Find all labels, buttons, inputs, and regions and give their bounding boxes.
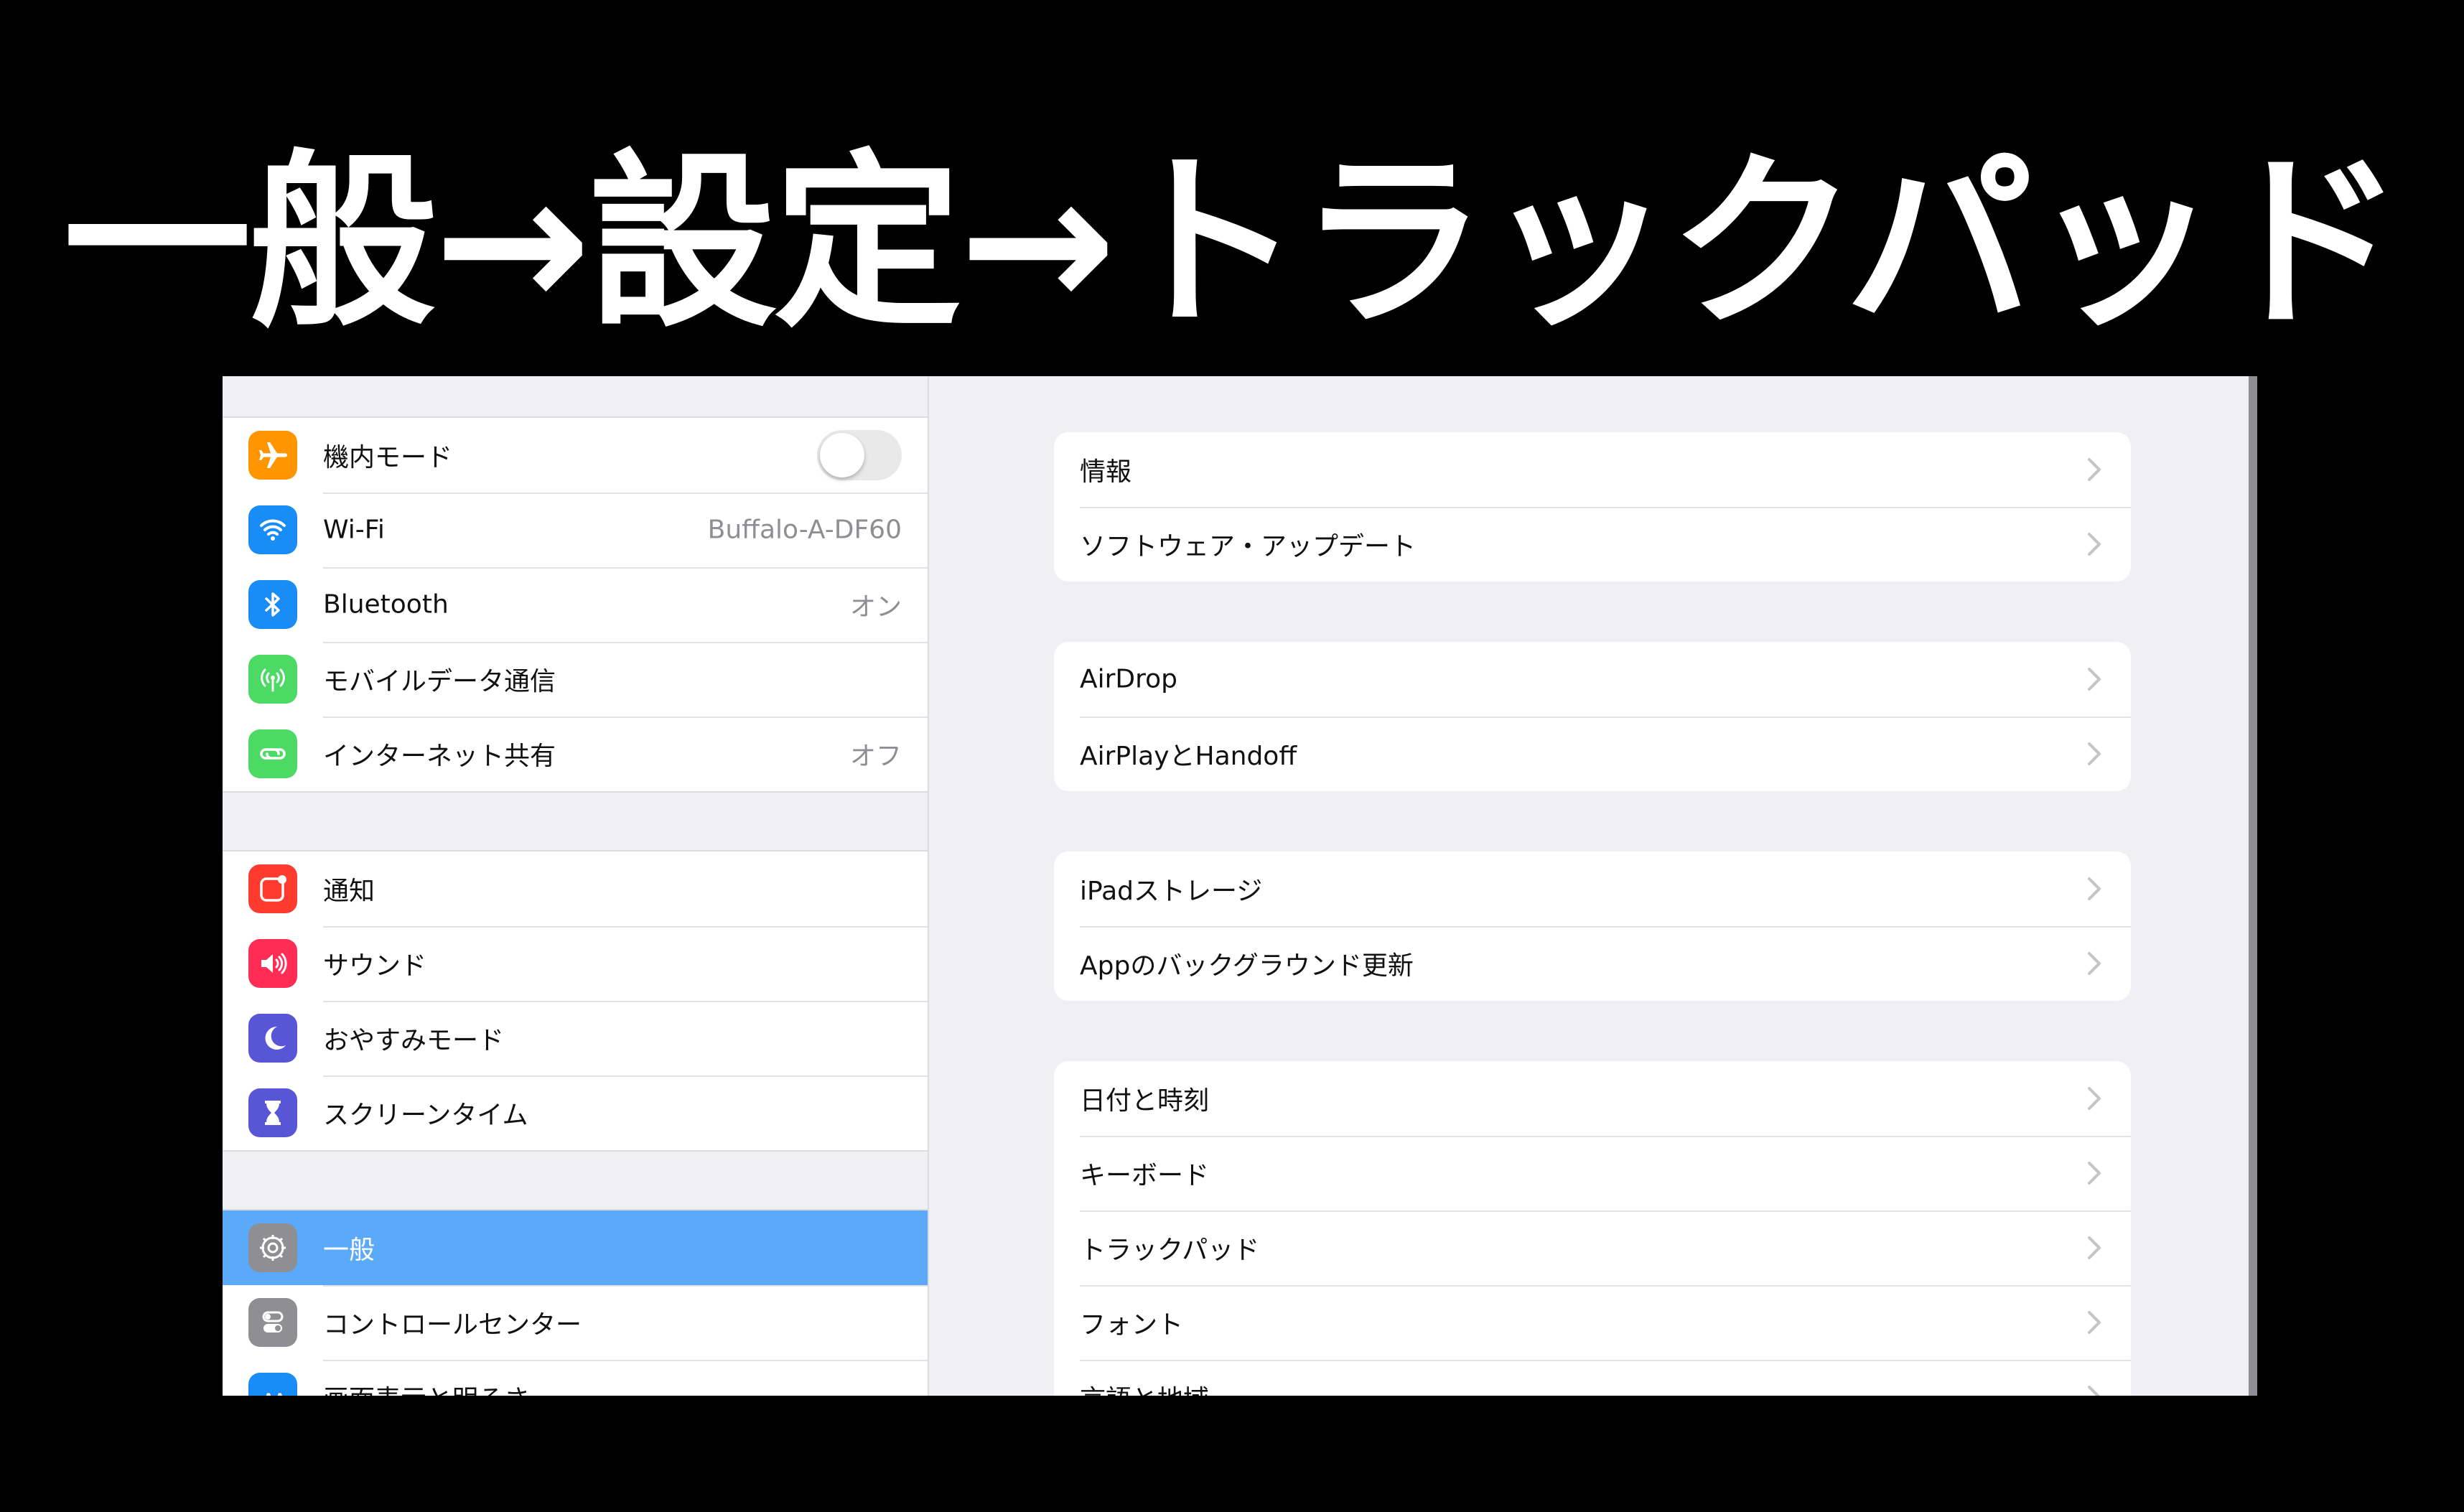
detail-item-ipad-storage[interactable]: iPadストレージ [1054, 851, 2131, 926]
detail-group-storage: iPadストレージ Appのバックグラウンド更新 [1054, 851, 2131, 1001]
sidebar-group-connectivity: 機内モード Wi-Fi Buffalo-A-DF60 Bluetooth オン [223, 416, 928, 793]
sidebar-item-label: 一般 [323, 1236, 375, 1265]
bluetooth-status-value: オン [849, 592, 902, 622]
chevron-right-icon [2088, 1386, 2100, 1396]
chevron-right-icon [2088, 458, 2101, 481]
detail-item-trackpad[interactable]: トラックパッド [1054, 1210, 2131, 1285]
detail-item-label: キーボード [1080, 1154, 1209, 1192]
hourglass-icon [248, 1088, 297, 1137]
detail-item-label: フォント [1080, 1310, 1184, 1340]
sidebar-item-label: インターネット共有 [323, 742, 556, 771]
chevron-right-icon [2088, 877, 2101, 900]
detail-item-date-time[interactable]: 日付と時刻 [1054, 1061, 2131, 1136]
sidebar-item-screen-time[interactable]: スクリーンタイム [223, 1075, 928, 1150]
detail-item-airdrop[interactable]: AirDrop [1054, 642, 2131, 717]
detail-group-about: 情報 ソフトウェア・アップデート [1054, 432, 2131, 582]
chevron-right-icon [2088, 742, 2101, 765]
detail-item-label: 情報 [1080, 457, 1132, 487]
detail-item-background-refresh[interactable]: Appのバックグラウンド更新 [1054, 926, 2131, 1001]
detail-group-input: 日付と時刻 キーボード トラックパッド フォント 言語と地域 [1054, 1061, 2131, 1396]
sidebar-item-cellular[interactable]: モバイルデータ通信 [223, 642, 928, 717]
notifications-icon [248, 864, 297, 913]
detail-item-label: 日付と時刻 [1080, 1086, 1210, 1116]
sidebar-item-notifications[interactable]: 通知 [223, 851, 928, 926]
sidebar-item-label: コントロールセンター [323, 1310, 582, 1340]
chevron-right-icon [2088, 1311, 2101, 1334]
sidebar-item-label: 通知 [323, 877, 375, 906]
bluetooth-icon [248, 580, 297, 629]
detail-item-label: Appのバックグラウンド更新 [1080, 951, 1414, 981]
detail-item-airplay-handoff[interactable]: AirPlayとHandoff [1054, 717, 2131, 791]
sidebar-item-do-not-disturb[interactable]: おやすみモード [223, 1001, 928, 1075]
sidebar-item-label: Wi-Fi [323, 515, 385, 545]
sidebar-item-label: 画面表示と明るさ [323, 1378, 530, 1396]
sidebar-group-notifications: 通知 サウンド おやすみモード スクリーンタイム [223, 850, 928, 1152]
detail-item-label: トラックパッド [1080, 1236, 1260, 1265]
page-title: 一般→設定→トラックパッド [63, 133, 2404, 353]
wifi-network-value: Buffalo-A-DF60 [707, 515, 902, 545]
hotspot-icon [248, 729, 297, 778]
sidebar-item-wifi[interactable]: Wi-Fi Buffalo-A-DF60 [223, 493, 928, 567]
detail-item-label: 言語と地域 [1080, 1378, 1209, 1396]
switches-icon [248, 1298, 297, 1347]
sidebar-item-label: モバイルデータ通信 [323, 667, 556, 696]
sidebar-group-system: 一般 コントロールセンター AA 画面表示と明るさ [223, 1209, 928, 1396]
sidebar-item-bluetooth[interactable]: Bluetooth オン [223, 567, 928, 642]
detail-item-software-update[interactable]: ソフトウェア・アップデート [1054, 507, 2131, 582]
wifi-icon [248, 505, 297, 554]
screen-edge [2249, 376, 2257, 1396]
sidebar-item-display[interactable]: AA 画面表示と明るさ [223, 1360, 928, 1396]
detail-item-label: iPadストレージ [1080, 877, 1263, 906]
detail-item-about[interactable]: 情報 [1054, 432, 2131, 507]
sidebar: 機内モード Wi-Fi Buffalo-A-DF60 Bluetooth オン [223, 376, 929, 1396]
detail-item-keyboard[interactable]: キーボード [1054, 1136, 2131, 1210]
sidebar-item-label: おやすみモード [323, 1026, 505, 1055]
keyboard-label-text: キーボード [1080, 1161, 1210, 1190]
chevron-right-icon [2088, 533, 2101, 556]
svg-text:AA: AA [263, 1390, 286, 1396]
display-icon: AA [248, 1373, 297, 1396]
detail-item-label: AirDrop [1080, 664, 1178, 694]
chevron-right-icon [2088, 952, 2101, 975]
hotspot-status-value: オフ [849, 742, 902, 771]
sidebar-item-label: Bluetooth [323, 589, 449, 620]
detail-item-language-region[interactable]: 言語と地域 [1054, 1360, 2131, 1396]
sidebar-item-label: 機内モード [323, 443, 453, 472]
chevron-right-icon [2088, 1236, 2101, 1259]
sidebar-item-control-center[interactable]: コントロールセンター [223, 1285, 928, 1360]
airplane-mode-toggle[interactable] [817, 430, 902, 480]
chevron-right-icon [2088, 1087, 2101, 1110]
sidebar-item-airplane-mode[interactable]: 機内モード [223, 418, 928, 493]
airplane-icon [248, 431, 297, 480]
chevron-right-icon [2088, 1162, 2101, 1185]
sidebar-item-label: スクリーンタイム [323, 1101, 528, 1130]
bottom-letterbox [0, 1396, 2464, 1512]
sidebar-item-label: サウンド [323, 951, 427, 981]
toggle-knob [820, 433, 864, 477]
sidebar-item-general[interactable]: 一般 [223, 1210, 928, 1285]
gear-icon [248, 1223, 297, 1272]
detail-item-fonts[interactable]: フォント [1054, 1285, 2131, 1360]
sidebar-item-sounds[interactable]: サウンド [223, 926, 928, 1001]
detail-item-label: ソフトウェア・アップデート [1080, 532, 1417, 561]
moon-icon [248, 1014, 297, 1063]
speaker-icon [248, 939, 297, 988]
chevron-right-icon [2088, 668, 2101, 691]
detail-group-airdrop: AirDrop AirPlayとHandoff [1054, 642, 2131, 791]
settings-screen: 機内モード Wi-Fi Buffalo-A-DF60 Bluetooth オン [223, 376, 2257, 1396]
antenna-icon [248, 655, 297, 704]
detail-item-label: AirPlayとHandoff [1080, 742, 1297, 771]
sidebar-item-hotspot[interactable]: インターネット共有 オフ [223, 717, 928, 791]
